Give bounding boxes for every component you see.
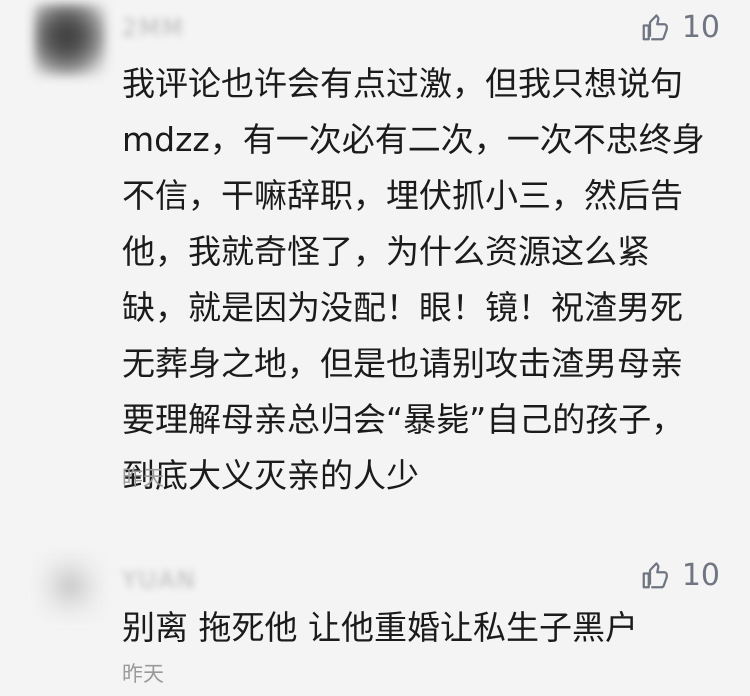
comment-text: 别离 拖死他 让他重婚让私生子黑户	[122, 608, 638, 647]
comment-username[interactable]: YUAN	[122, 566, 197, 594]
comment-time: 昨天	[122, 466, 164, 490]
like-button[interactable]: 10	[640, 10, 720, 45]
comment-time: 昨天	[122, 662, 164, 686]
like-count: 10	[681, 558, 720, 593]
like-count: 10	[681, 10, 720, 45]
avatar[interactable]	[34, 4, 106, 76]
thumbs-up-icon	[642, 13, 668, 40]
comment-item: YUAN 10 别离 拖死他 让他重婚让私生子黑户 昨天	[0, 540, 750, 696]
thumbs-up-icon	[642, 561, 668, 588]
comment-text: 我评论也许会有点过激，但我只想说句 mdzz，有一次必有二次，一次不忠终身 不信…	[122, 64, 705, 495]
like-button[interactable]: 10	[640, 558, 720, 593]
comment-item: 2MM 10 我评论也许会有点过激，但我只想说句 mdzz，有一次必有二次，一次…	[0, 0, 750, 520]
comment-username[interactable]: 2MM	[122, 14, 185, 42]
avatar[interactable]	[34, 550, 106, 622]
